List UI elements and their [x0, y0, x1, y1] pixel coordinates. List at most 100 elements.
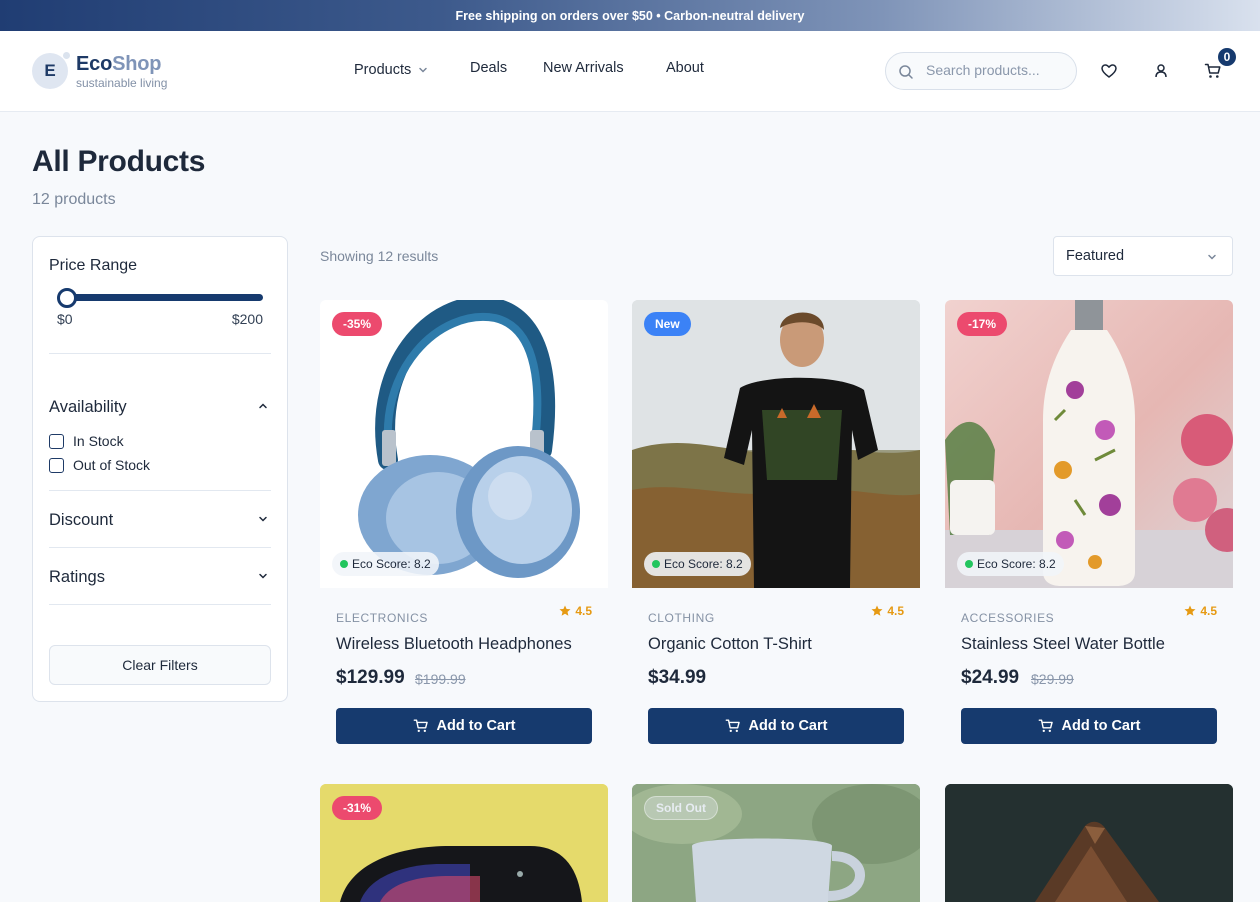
divider [49, 547, 271, 548]
sort-select[interactable]: Featured [1053, 236, 1233, 276]
product-card[interactable] [945, 784, 1233, 902]
logo-dot [62, 51, 71, 60]
product-old-price: $29.99 [1031, 671, 1074, 687]
product-image-headphones[interactable] [320, 300, 608, 588]
price-max-label: $200 [231, 311, 263, 327]
product-rating: 4.5 [1184, 604, 1217, 618]
results-count: Showing 12 results [320, 248, 439, 264]
filters-sidebar: Price Range $0 $200 Availability In Stoc… [32, 236, 288, 702]
product-price: $24.99 [961, 667, 1020, 688]
eco-score-badge: Eco Score: 8.2 [644, 552, 751, 576]
eco-score-badge: Eco Score: 8.2 [957, 552, 1064, 576]
new-badge: New [644, 312, 691, 336]
add-to-cart-button[interactable]: Add to Cart [336, 708, 592, 744]
product-image-tshirt[interactable] [632, 300, 920, 588]
add-to-cart-label: Add to Cart [748, 718, 828, 734]
chevron-down-icon [1208, 254, 1216, 260]
product-image-wallet[interactable] [945, 784, 1233, 902]
product-old-price: $199.99 [415, 671, 466, 687]
cart-count-badge: 0 [1216, 46, 1238, 68]
chevron-down-icon[interactable] [257, 513, 269, 525]
product-image-bottle[interactable] [945, 300, 1233, 588]
rating-value: 4.5 [1200, 604, 1217, 618]
nav-products-label: Products [354, 62, 412, 78]
product-rating: 4.5 [871, 604, 904, 618]
in-stock-label: In Stock [73, 433, 124, 449]
product-rating: 4.5 [559, 604, 592, 618]
chevron-up-icon[interactable] [257, 400, 269, 412]
nav-deals[interactable]: Deals [470, 60, 507, 76]
star-icon [871, 605, 883, 616]
star-icon [559, 605, 571, 616]
price-min-label: $0 [57, 311, 73, 327]
checkbox-in-stock[interactable] [49, 433, 64, 449]
add-to-cart-button[interactable]: Add to Cart [961, 708, 1217, 744]
availability-heading[interactable]: Availability [49, 398, 127, 417]
add-to-cart-label: Add to Cart [1061, 718, 1141, 734]
nav-about[interactable]: About [666, 60, 704, 76]
product-card[interactable]: Sold Out [632, 784, 920, 902]
sold-out-badge: Sold Out [644, 796, 718, 820]
nav-new-arrivals-label: New Arrivals [543, 60, 624, 76]
add-to-cart-button[interactable]: Add to Cart [648, 708, 904, 744]
logo-tagline: sustainable living [76, 76, 168, 90]
nav-products[interactable]: Products [354, 62, 429, 78]
sort-select-value: Featured [1066, 248, 1125, 264]
divider [49, 353, 271, 354]
site-header: E EcoShop sustainable living Products De… [0, 31, 1260, 112]
rating-value: 4.5 [575, 604, 592, 618]
ratings-heading[interactable]: Ratings [49, 568, 105, 587]
headphones-image [358, 300, 580, 578]
product-category: CLOTHING [648, 611, 715, 625]
nav-deals-label: Deals [470, 60, 508, 76]
discount-badge: -35% [332, 312, 383, 336]
checkbox-out-of-stock[interactable] [49, 457, 64, 473]
filter-in-stock[interactable]: In Stock [49, 433, 124, 449]
price-range-heading: Price Range [49, 257, 138, 274]
eco-score-badge: Eco Score: 8.2 [332, 552, 439, 576]
product-category: ELECTRONICS [336, 611, 428, 625]
search-box[interactable] [885, 52, 1077, 90]
tshirt-model-image [632, 300, 920, 588]
cart-icon [1038, 719, 1053, 733]
add-to-cart-label: Add to Cart [436, 718, 516, 734]
product-count: 12 products [32, 191, 116, 208]
nav-new-arrivals[interactable]: New Arrivals [543, 60, 624, 76]
discount-badge: -17% [957, 312, 1008, 336]
cart-icon [413, 719, 428, 733]
promo-banner: Free shipping on orders over $50 • Carbo… [0, 0, 1260, 31]
logo-name-eco: Eco [76, 53, 113, 75]
cart-icon [725, 719, 740, 733]
price-slider-thumb[interactable] [57, 288, 77, 308]
clear-filters-button[interactable]: Clear Filters [49, 645, 271, 685]
star-icon [1184, 605, 1196, 616]
product-price: $129.99 [336, 667, 405, 688]
product-name[interactable]: Wireless Bluetooth Headphones [336, 635, 572, 654]
logo-name-shop: Shop [112, 53, 162, 75]
search-icon [899, 65, 913, 79]
nav-about-label: About [666, 60, 704, 76]
search-input[interactable] [926, 62, 1066, 78]
divider [49, 604, 271, 605]
price-slider-track[interactable] [59, 294, 263, 301]
water-bottle-image [945, 300, 1233, 588]
logo-letter: E [44, 61, 56, 80]
page-title: All Products [32, 145, 206, 178]
divider [49, 490, 271, 491]
heart-icon[interactable] [1100, 62, 1118, 80]
product-name[interactable]: Stainless Steel Water Bottle [961, 635, 1165, 654]
wallet-image [945, 784, 1233, 902]
rating-value: 4.5 [887, 604, 904, 618]
filter-out-of-stock[interactable]: Out of Stock [49, 457, 150, 473]
product-card[interactable]: -31% [320, 784, 608, 902]
discount-heading[interactable]: Discount [49, 511, 113, 530]
out-of-stock-label: Out of Stock [73, 457, 151, 473]
product-price: $34.99 [648, 667, 707, 688]
discount-badge: -31% [332, 796, 383, 820]
logo-name[interactable]: EcoShop [76, 53, 161, 76]
chevron-down-icon[interactable] [257, 570, 269, 582]
user-icon[interactable] [1152, 62, 1170, 80]
product-category: ACCESSORIES [961, 611, 1055, 625]
chevron-down-icon [419, 67, 427, 73]
product-name[interactable]: Organic Cotton T-Shirt [648, 635, 812, 654]
